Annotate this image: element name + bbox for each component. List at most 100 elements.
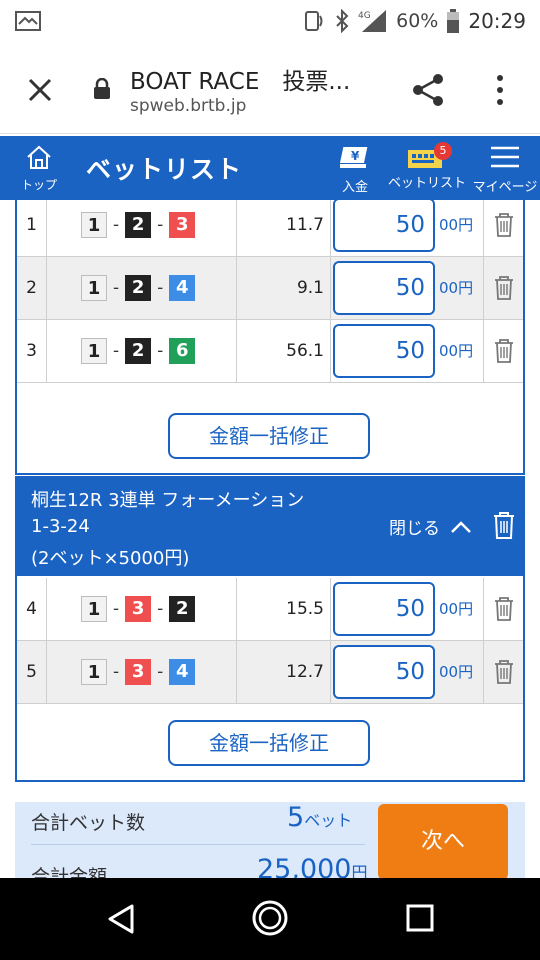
row-number: 3 — [17, 320, 47, 382]
trash-icon[interactable] — [493, 275, 515, 301]
separator: - — [157, 215, 164, 235]
separator: - — [157, 341, 164, 361]
bet-count-value: 5ベット — [287, 802, 353, 833]
boat-number: 6 — [169, 338, 196, 364]
bulk-edit-button[interactable]: 金額一括修正 — [168, 720, 370, 766]
boat-number: 2 — [169, 596, 196, 622]
trash-icon[interactable] — [493, 212, 515, 238]
screen-title: ベットリスト — [86, 155, 243, 184]
home-nav-icon[interactable] — [250, 898, 290, 938]
amount-input[interactable]: 50 — [333, 261, 435, 315]
separator: - — [113, 215, 120, 235]
total-amount-label: 合計金額 — [31, 866, 108, 878]
trash-icon[interactable] — [493, 596, 515, 622]
trash-icon[interactable] — [491, 510, 517, 540]
deposit-button[interactable]: ¥ 入金 — [334, 144, 376, 196]
amount-input[interactable]: 50 — [333, 324, 435, 378]
separator: - — [113, 599, 120, 619]
bulk-area-1: 金額一括修正 — [17, 397, 523, 473]
row-number: 5 — [17, 641, 47, 703]
odds-value: 56.1 — [237, 320, 331, 382]
amount-input[interactable]: 50 — [333, 645, 435, 699]
signal-icon: 4G — [358, 10, 387, 32]
table-row: 2 1-2-4 9.1 50 00円 — [17, 257, 523, 320]
back-icon[interactable] — [104, 902, 138, 936]
divider — [31, 844, 365, 845]
status-bar: 4G 60% 20:29 — [0, 0, 540, 42]
page-title[interactable]: BOAT RACE 投票... — [130, 62, 350, 96]
combination: 1-3-4 — [47, 641, 237, 703]
amount-unit: 00円 — [439, 342, 474, 360]
delete-cell[interactable] — [483, 257, 523, 319]
hamburger-menu-icon — [491, 146, 519, 168]
system-nav-bar — [0, 878, 540, 960]
amount-unit: 00円 — [439, 216, 474, 234]
odds-value: 12.7 — [237, 641, 331, 703]
collapse-label: 閉じる — [389, 519, 440, 539]
bluetooth-icon — [336, 9, 349, 33]
combination: 1-2-6 — [47, 320, 237, 382]
svg-text:¥: ¥ — [351, 149, 360, 163]
odds-value: 11.7 — [237, 200, 331, 256]
deposit-icon: ¥ — [339, 147, 368, 168]
separator: - — [157, 278, 164, 298]
delete-cell[interactable] — [483, 578, 523, 640]
top-button[interactable]: トップ — [16, 144, 62, 196]
delete-cell[interactable] — [483, 641, 523, 703]
clock: 20:29 — [468, 9, 526, 33]
share-icon[interactable] — [408, 70, 448, 110]
top-label: トップ — [20, 178, 57, 192]
amount-unit: 00円 — [439, 663, 474, 681]
delete-cell[interactable] — [483, 320, 523, 382]
lock-icon — [94, 78, 110, 99]
boat-number: 1 — [81, 596, 107, 622]
bulk-edit-button[interactable]: 金額一括修正 — [168, 413, 370, 459]
row-number: 2 — [17, 257, 47, 319]
recent-apps-icon[interactable] — [404, 902, 436, 934]
combination: 1-2-3 — [47, 200, 237, 256]
bet-list-content[interactable]: 1 1-2-3 11.7 50 00円 2 1-2-4 9.1 50 00円 3 1-2-6 56.1 5… — [0, 200, 540, 878]
close-icon[interactable] — [22, 72, 58, 108]
separator: - — [113, 278, 120, 298]
deposit-label: 入金 — [341, 180, 368, 195]
amount-unit: 00円 — [439, 600, 474, 618]
bulk-area-2: 金額一括修正 — [17, 704, 523, 780]
boat-number: 1 — [81, 212, 107, 238]
amount-input[interactable]: 50 — [333, 200, 435, 252]
next-button[interactable]: 次へ — [378, 804, 508, 878]
boat-number: 2 — [125, 275, 152, 301]
separator: - — [157, 599, 164, 619]
svg-text:4G: 4G — [358, 11, 371, 21]
separator: - — [113, 341, 120, 361]
total-amount-value: 25,000円 — [257, 854, 368, 878]
mypage-button[interactable]: マイページ — [470, 144, 540, 196]
bet-group-2: 桐生12R 3連単 フォーメーション 1-3-24 (2ベット×5000円) 閉… — [15, 476, 525, 782]
trash-icon[interactable] — [493, 659, 515, 685]
more-vert-icon[interactable] — [488, 70, 512, 110]
boat-number: 2 — [125, 338, 152, 364]
trash-icon[interactable] — [493, 338, 515, 364]
group-header: 桐生12R 3連単 フォーメーション 1-3-24 (2ベット×5000円) 閉… — [17, 478, 523, 576]
nfc-icon — [305, 11, 323, 31]
browser-toolbar: BOAT RACE 投票... spweb.brtb.jp — [0, 42, 540, 134]
amount-unit: 00円 — [439, 279, 474, 297]
mypage-label: マイページ — [472, 180, 538, 195]
summary-panel: 合計ベット数 5ベット 合計金額 25,000円 次へ — [15, 802, 525, 878]
url-host[interactable]: spweb.brtb.jp — [130, 96, 246, 116]
table-row: 3 1-2-6 56.1 50 00円 — [17, 320, 523, 383]
separator: - — [113, 662, 120, 682]
table-row: 4 1-3-2 15.5 50 00円 — [17, 578, 523, 641]
race-title: 桐生12R 3連単 フォーメーション — [31, 490, 305, 511]
collapse-button[interactable]: 閉じる — [389, 514, 472, 539]
row-number: 4 — [17, 578, 47, 640]
betlist-button[interactable]: 5 ベットリスト — [388, 142, 466, 196]
delete-cell[interactable] — [483, 200, 523, 256]
table-row: 1 1-2-3 11.7 50 00円 — [17, 200, 523, 257]
battery-percent: 60% — [396, 10, 439, 32]
amount-input[interactable]: 50 — [333, 582, 435, 636]
boat-number: 3 — [169, 212, 196, 238]
boat-number: 2 — [125, 212, 152, 238]
home-icon — [27, 145, 51, 169]
boat-number: 3 — [125, 596, 152, 622]
boat-number: 1 — [81, 659, 107, 685]
